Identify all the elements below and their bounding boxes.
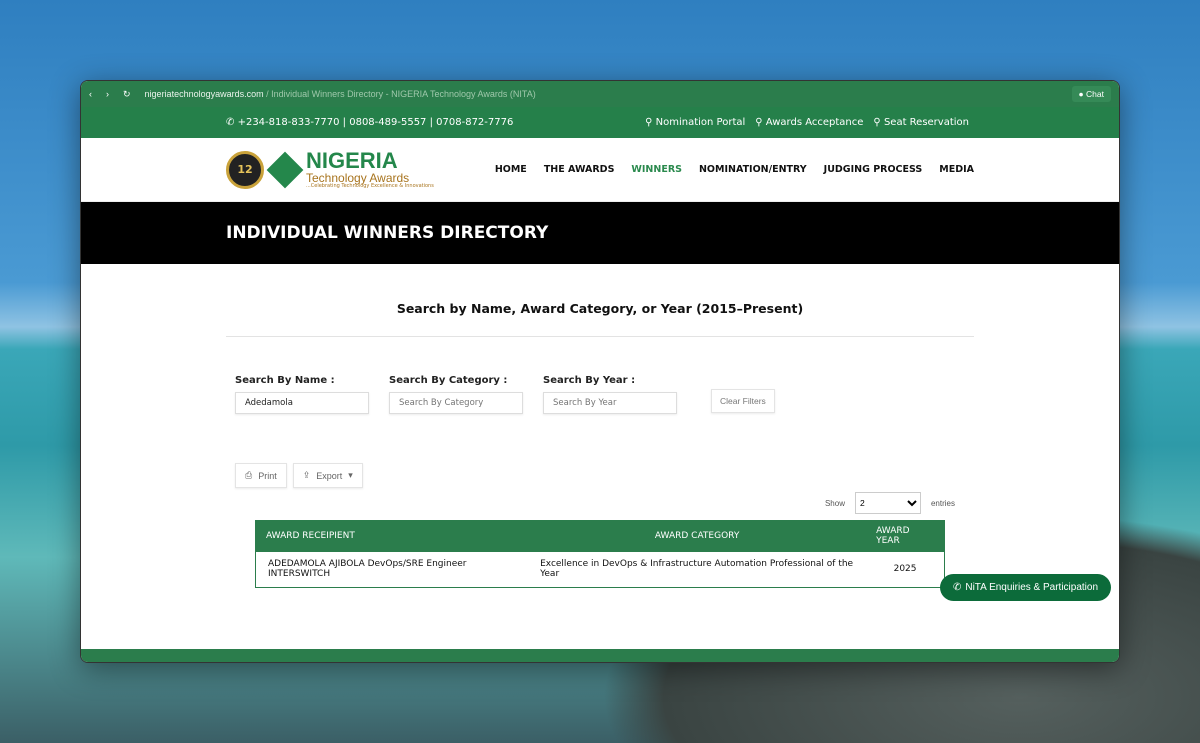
upload-icon: ⇪ bbox=[302, 470, 311, 480]
printer-icon: ⎙ bbox=[245, 470, 253, 480]
name-label: Search By Name : bbox=[235, 375, 335, 386]
address-bar[interactable]: nigeriatechnologyawards.com / Individual… bbox=[145, 89, 536, 99]
name-search-input[interactable] bbox=[235, 392, 369, 414]
edition-medal: 12 bbox=[226, 150, 264, 189]
category-search-input[interactable] bbox=[389, 392, 523, 414]
entries-select[interactable]: 2 bbox=[854, 492, 921, 514]
caret-down-icon: ▾ bbox=[348, 470, 353, 480]
main-nav: HOME THE AWARDS WINNERS NOMINATION/ENTRY… bbox=[495, 164, 974, 175]
nav-the-awards[interactable]: THE AWARDS bbox=[544, 164, 615, 175]
site-logo[interactable]: 12 NIGERIA Technology Awards ...Celebratin… bbox=[226, 150, 434, 189]
awards-acceptance-link[interactable]: ⚲ Awards Acceptance bbox=[755, 117, 863, 128]
search-heading: Search by Name, Award Category, or Year … bbox=[396, 301, 804, 316]
year-search-input[interactable] bbox=[543, 392, 677, 414]
chat-button[interactable]: ● Chat bbox=[1071, 86, 1111, 102]
nomination-portal-link[interactable]: ⚲ Nomination Portal bbox=[645, 117, 745, 128]
clear-filters-button[interactable]: Clear Filters bbox=[711, 389, 775, 413]
nav-home[interactable]: HOME bbox=[495, 164, 527, 175]
whatsapp-icon: ✆ bbox=[952, 582, 962, 593]
browser-toolbar: ‹ › ↻ nigeriatechnologyawards.com / Indi… bbox=[81, 81, 1119, 107]
category-label: Search By Category : bbox=[389, 375, 508, 386]
col-category[interactable]: AWARD CATEGORY bbox=[528, 520, 867, 552]
reload-icon[interactable]: ↻ bbox=[123, 89, 131, 100]
col-recipient[interactable]: AWARD RECEIPIENT bbox=[255, 520, 529, 552]
logo-mark bbox=[266, 151, 304, 188]
nav-judging-process[interactable]: JUDGING PROCESS bbox=[824, 164, 923, 175]
year-label: Search By Year : bbox=[543, 375, 636, 386]
print-button[interactable]: ⎙ Print bbox=[235, 463, 287, 488]
back-icon[interactable]: ‹ bbox=[89, 89, 92, 99]
site-header: 12 NIGERIA Technology Awards ...Celebratin… bbox=[81, 138, 1119, 202]
table-row: ADEDAMOLA AJIBOLA DevOps/SRE Engineer IN… bbox=[268, 559, 917, 580]
col-year[interactable]: AWARD YEAR bbox=[866, 520, 945, 552]
forward-icon[interactable]: › bbox=[106, 89, 109, 99]
whatsapp-button[interactable]: ✆ NiTA Enquiries & Participation bbox=[940, 574, 1111, 601]
entries-control: Show 2 entries bbox=[81, 492, 1119, 514]
winners-table: AWARD RECEIPIENT AWARD CATEGORY AWARD YEAR… bbox=[255, 520, 945, 588]
phone-numbers: +234-818-833-7770 | 0808-489-5557 | 0708… bbox=[237, 117, 514, 128]
nav-media[interactable]: MEDIA bbox=[939, 164, 974, 175]
nav-winners[interactable]: WINNERS bbox=[631, 164, 682, 175]
export-button[interactable]: ⇪ Export ▾ bbox=[292, 463, 363, 488]
nav-nomination-entry[interactable]: NOMINATION/ENTRY bbox=[699, 164, 807, 175]
contact-bar: ✆ +234-818-833-7770 | 0808-489-5557 | 07… bbox=[81, 107, 1119, 138]
seat-reservation-link[interactable]: ⚲ Seat Reservation bbox=[873, 117, 969, 128]
page-title: INDIVIDUAL WINNERS DIRECTORY bbox=[81, 202, 1119, 264]
phone-icon: ✆ bbox=[226, 117, 235, 128]
footer-strip bbox=[81, 649, 1119, 662]
